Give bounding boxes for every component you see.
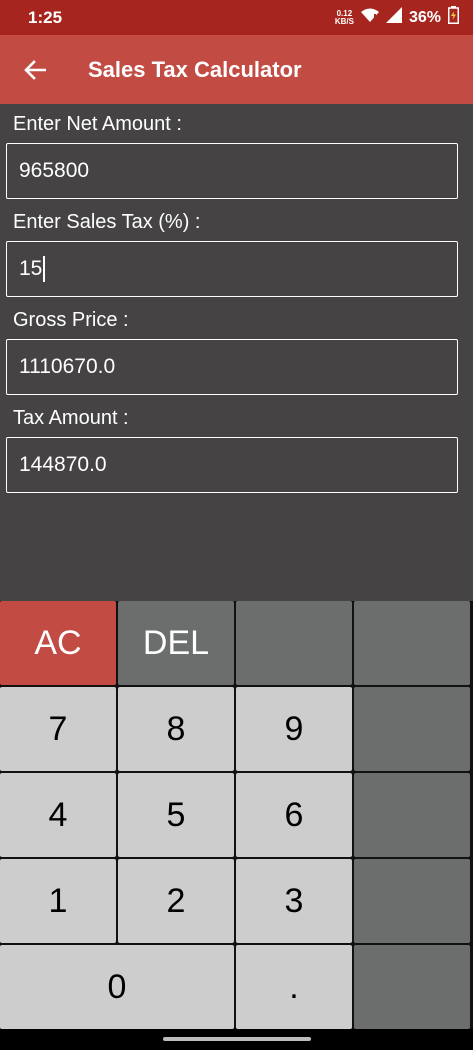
sales-tax-label: Enter Sales Tax (%) : [13, 211, 201, 233]
blank-key[interactable] [354, 773, 470, 857]
app-bar: Sales Tax Calculator [0, 35, 473, 104]
key-1[interactable]: 1 [0, 859, 116, 943]
keypad: AC DEL 7 8 9 4 5 6 1 2 3 0 . [0, 601, 473, 1029]
blank-key[interactable] [354, 687, 470, 771]
key-decimal[interactable]: . [236, 945, 352, 1029]
net-amount-label: Enter Net Amount : [13, 113, 182, 135]
tax-amount-value: 144870.0 [19, 453, 107, 476]
key-7[interactable]: 7 [0, 687, 116, 771]
sales-tax-value: 15 [19, 257, 43, 280]
gross-price-label: Gross Price : [13, 309, 129, 331]
arrow-left-icon[interactable] [22, 57, 48, 83]
status-bar: 1:25 0.12 KB/S 36% [0, 0, 473, 35]
net-amount-value: 965800 [19, 159, 90, 182]
net-amount-field[interactable]: 965800 [6, 143, 458, 199]
key-2[interactable]: 2 [118, 859, 234, 943]
status-time: 1:25 [28, 7, 63, 27]
net-speed-unit: KB/S [334, 16, 354, 26]
key-0[interactable]: 0 [0, 945, 234, 1029]
key-5[interactable]: 5 [118, 773, 234, 857]
battery-icon [448, 6, 459, 29]
wifi-icon [360, 8, 379, 28]
key-8[interactable]: 8 [118, 687, 234, 771]
gross-price-value: 1110670.0 [19, 355, 116, 378]
status-icons: 0.12 KB/S 36% [335, 6, 459, 29]
sales-tax-field[interactable]: 15 [6, 241, 458, 297]
gross-price-field[interactable]: 1110670.0 [6, 339, 458, 395]
blank-key[interactable] [354, 601, 470, 685]
home-handle[interactable] [163, 1037, 311, 1041]
blank-key[interactable] [354, 945, 470, 1029]
key-3[interactable]: 3 [236, 859, 352, 943]
delete-button[interactable]: DEL [118, 601, 234, 685]
page-title: Sales Tax Calculator [88, 56, 302, 82]
ac-button[interactable]: AC [0, 601, 116, 685]
battery-percent: 36% [408, 8, 441, 26]
navigation-bar [0, 1029, 473, 1050]
net-speed: 0.12 KB/S [334, 9, 354, 26]
tax-amount-field[interactable]: 144870.0 [6, 437, 458, 493]
blank-key[interactable] [354, 859, 470, 943]
text-cursor [43, 256, 46, 282]
blank-key[interactable] [236, 601, 352, 685]
key-9[interactable]: 9 [236, 687, 352, 771]
tax-amount-label: Tax Amount : [13, 407, 129, 429]
signal-icon [385, 7, 402, 28]
key-4[interactable]: 4 [0, 773, 116, 857]
key-6[interactable]: 6 [236, 773, 352, 857]
